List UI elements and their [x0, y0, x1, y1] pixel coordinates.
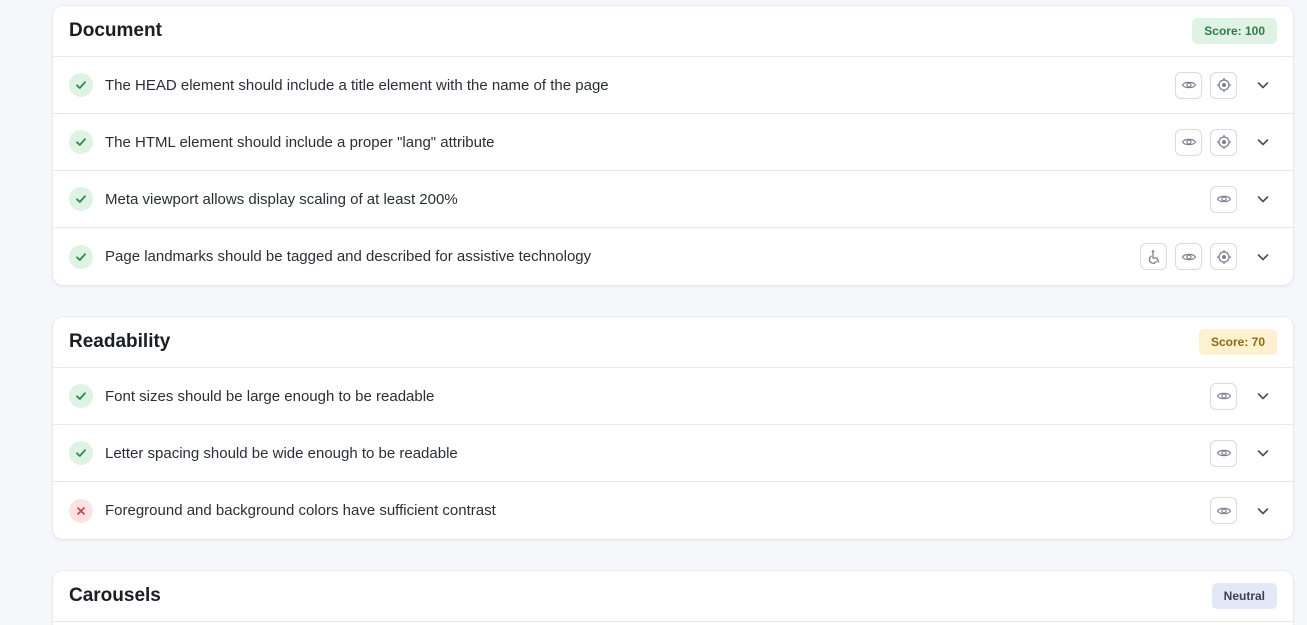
eye-icon[interactable]: [1175, 128, 1202, 156]
section-document: Document Score: 100 The HEAD element sho…: [53, 6, 1293, 285]
check-icon: [69, 73, 93, 97]
check-icon: [69, 384, 93, 408]
check-icon: [69, 187, 93, 211]
section-header: Document Score: 100: [53, 6, 1293, 57]
eye-icon[interactable]: [1210, 382, 1237, 410]
score-badge: Score: 100: [1192, 18, 1277, 44]
audit-rule-text: Meta viewport allows display scaling of …: [105, 190, 458, 208]
chevron-down-icon[interactable]: [1251, 130, 1275, 154]
cross-icon: [69, 498, 93, 523]
check-icon: [69, 441, 93, 465]
audit-row[interactable]: Font sizes should be large enough to be …: [53, 368, 1293, 425]
row-actions: [1175, 128, 1237, 156]
status-badge: Neutral: [1211, 583, 1277, 609]
target-icon[interactable]: [1210, 71, 1237, 99]
target-icon[interactable]: [1210, 128, 1237, 156]
eye-icon[interactable]: [1210, 439, 1237, 467]
eye-icon[interactable]: [1210, 185, 1237, 213]
audit-row[interactable]: Foreground and background colors have su…: [53, 482, 1293, 539]
audit-row[interactable]: Letter spacing should be wide enough to …: [53, 425, 1293, 482]
section-readability: Readability Score: 70 Font sizes should …: [53, 317, 1293, 539]
check-icon: [69, 244, 93, 269]
audit-rule-text: The HTML element should include a proper…: [105, 133, 495, 151]
score-badge: Score: 70: [1198, 329, 1277, 355]
audit-rule-text: Page landmarks should be tagged and desc…: [105, 248, 592, 265]
chevron-down-icon[interactable]: [1251, 187, 1275, 211]
audit-page: Document Score: 100 The HEAD element sho…: [0, 0, 1307, 625]
section-title: Document: [69, 20, 162, 41]
audit-rule-text: Font sizes should be large enough to be …: [105, 387, 435, 405]
row-actions: [1210, 382, 1237, 410]
audit-row[interactable]: Meta viewport allows display scaling of …: [53, 171, 1293, 228]
audit-row[interactable]: Page landmarks should be tagged and desc…: [53, 228, 1293, 285]
eye-icon[interactable]: [1210, 497, 1237, 524]
section-header: Readability Score: 70: [53, 317, 1293, 368]
eye-icon[interactable]: [1175, 71, 1202, 99]
row-actions: [1210, 185, 1237, 213]
section-title: Carousels: [69, 585, 161, 606]
chevron-down-icon[interactable]: [1251, 384, 1275, 408]
section-title: Readability: [69, 331, 171, 352]
section-header: Carousels Neutral: [53, 571, 1293, 622]
audit-rule-text: The HEAD element should include a title …: [105, 76, 609, 94]
audit-rule-text: Letter spacing should be wide enough to …: [105, 444, 458, 462]
check-icon: [69, 130, 93, 154]
row-actions: [1140, 243, 1237, 270]
chevron-down-icon[interactable]: [1251, 73, 1275, 97]
eye-icon[interactable]: [1175, 243, 1202, 270]
chevron-down-icon[interactable]: [1251, 441, 1275, 465]
audit-row[interactable]: The HTML element should include a proper…: [53, 114, 1293, 171]
section-carousels: Carousels Neutral: [53, 571, 1293, 625]
row-actions: [1175, 71, 1237, 99]
accessibility-icon[interactable]: [1140, 243, 1167, 270]
row-actions: [1210, 439, 1237, 467]
target-icon[interactable]: [1210, 243, 1237, 270]
chevron-down-icon[interactable]: [1251, 245, 1275, 269]
row-actions: [1210, 497, 1237, 524]
audit-row[interactable]: The HEAD element should include a title …: [53, 57, 1293, 114]
chevron-down-icon[interactable]: [1251, 499, 1275, 523]
audit-rule-text: Foreground and background colors have su…: [105, 502, 496, 519]
